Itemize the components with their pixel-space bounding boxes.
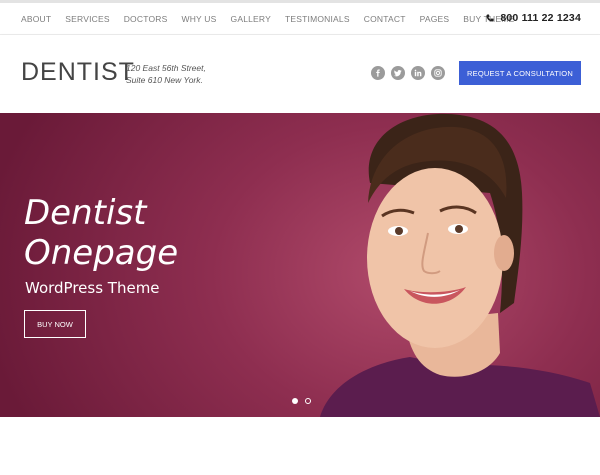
nav-item-gallery[interactable]: GALLERY [231, 14, 271, 24]
linkedin-icon[interactable] [411, 66, 425, 80]
slider-pagination [292, 398, 318, 404]
nav-item-services[interactable]: SERVICES [65, 14, 109, 24]
site-logo[interactable]: DENTIST [21, 58, 135, 87]
nav-item-contact[interactable]: CONTACT [364, 14, 406, 24]
address-line-1: 120 East 56th Street, [126, 63, 206, 73]
top-navigation: ABOUT SERVICES DOCTORS WHY US GALLERY TE… [0, 3, 600, 35]
twitter-icon[interactable] [391, 66, 405, 80]
nav-menu: ABOUT SERVICES DOCTORS WHY US GALLERY TE… [21, 14, 528, 24]
slider-dot-2[interactable] [305, 398, 311, 404]
facebook-icon[interactable] [371, 66, 385, 80]
hero-subtitle: WordPress Theme [25, 279, 160, 297]
request-consultation-button[interactable]: REQUEST A CONSULTATION [459, 61, 581, 85]
buy-now-button[interactable]: BUY NOW [24, 310, 86, 338]
instagram-icon[interactable] [431, 66, 445, 80]
hero-title-line-1: Dentist [24, 193, 147, 233]
phone-contact[interactable]: 800 111 22 1234 [486, 12, 581, 24]
nav-item-testimonials[interactable]: TESTIMONIALS [285, 14, 350, 24]
nav-item-doctors[interactable]: DOCTORS [124, 14, 168, 24]
phone-number: 800 111 22 1234 [500, 12, 581, 24]
nav-item-why-us[interactable]: WHY US [181, 14, 216, 24]
address-line-2: Suite 610 New York. [126, 75, 203, 85]
site-header: DENTIST 120 East 56th Street, Suite 610 … [0, 35, 600, 114]
nav-item-about[interactable]: ABOUT [21, 14, 51, 24]
hero-title-line-2: Onepage [24, 233, 179, 273]
address-block: 120 East 56th Street, Suite 610 New York… [126, 62, 206, 86]
phone-icon [486, 14, 494, 22]
hero-title: Dentist Onepage [24, 193, 178, 273]
nav-item-pages[interactable]: PAGES [420, 14, 450, 24]
slider-dot-1[interactable] [292, 398, 298, 404]
hero-woman-image [320, 113, 600, 417]
social-links [371, 66, 451, 80]
hero-slider: Dentist Onepage WordPress Theme BUY NOW [0, 113, 600, 417]
